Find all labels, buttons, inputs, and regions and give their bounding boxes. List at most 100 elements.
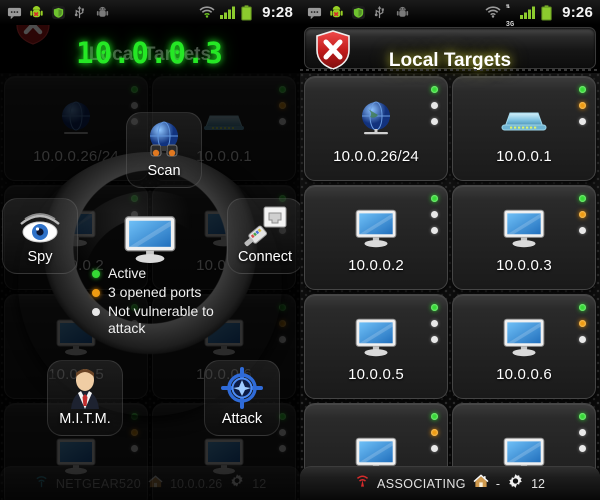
table-row[interactable]: 10.0.0.6 — [452, 294, 596, 399]
monitor-icon — [120, 212, 180, 271]
left-bottom-status-bar: NETGEAR520 10.0.0.26 12 — [0, 464, 300, 500]
led-white — [431, 118, 438, 125]
sms-icon — [307, 5, 322, 20]
legend-label: 3 opened ports — [108, 284, 202, 300]
right-panel-target-list-view: 10.0.0.26/24 10.0.0.1 10.0.0.2 10.0.0.3 … — [300, 0, 600, 500]
app-screen: 10.0.0.26/24 10.0.0.1 — [0, 0, 600, 500]
table-row[interactable]: 10.0.0.1 — [452, 76, 596, 181]
device-count-label: 12 — [531, 476, 545, 491]
legend-label: Not vulnerable to attack — [108, 303, 214, 336]
list-item: 3 opened ports — [92, 284, 234, 301]
status-badge — [431, 195, 438, 234]
table-row[interactable]: 10.0.0.2 — [304, 185, 448, 290]
table-cell-label: 10.0.0.5 — [348, 365, 404, 383]
led-orange — [579, 320, 586, 327]
wifi-icon — [485, 5, 501, 20]
android-status-bar: 9:28 — [0, 0, 300, 25]
led-green — [431, 86, 438, 93]
sms-icon — [7, 5, 22, 20]
led-green — [579, 195, 586, 202]
monitor-icon — [500, 311, 548, 363]
radial-menu-item-connect[interactable]: Connect — [227, 198, 300, 274]
led-orange — [92, 289, 100, 297]
gear-icon[interactable] — [507, 473, 524, 495]
table-cell-label: 10.0.0.2 — [348, 256, 404, 274]
target-list-grid: 10.0.0.26/24 10.0.0.1 10.0.0.2 10.0.0.3 … — [300, 73, 600, 500]
gateway-label: 10.0.0.26 — [170, 476, 223, 491]
3g-icon: ⇅ 3G — [505, 2, 515, 29]
status-badge — [579, 413, 586, 452]
table-row[interactable]: 10.0.0.5 — [304, 294, 448, 399]
list-item: Active — [92, 265, 234, 282]
table-row[interactable]: 10.0.0.26/24 — [304, 76, 448, 181]
table-cell-label: 10.0.0.3 — [496, 256, 552, 274]
android-bug-icon — [329, 5, 344, 20]
radial-menu-label: M.I.T.M. — [59, 411, 111, 427]
legend-label: Active — [108, 265, 147, 281]
led-green — [92, 270, 100, 278]
radial-menu-item-attack[interactable]: Attack — [204, 360, 280, 436]
device-count-label: 12 — [252, 476, 267, 491]
led-green — [431, 195, 438, 202]
android-status-bar: ⇅ 3G 9:26 — [300, 0, 600, 28]
globe-binoculars-icon — [142, 118, 186, 162]
table-cell-label: 10.0.0.26/24 — [333, 147, 419, 165]
led-green — [431, 413, 438, 420]
table-cell-label: 10.0.0.1 — [496, 147, 552, 165]
radial-menu-label: Spy — [27, 249, 53, 265]
radial-menu-label: Connect — [237, 249, 292, 265]
android-debug-icon — [95, 5, 110, 20]
battery-icon — [241, 5, 256, 21]
clock-label: 9:26 — [562, 4, 593, 21]
eye-icon — [15, 204, 65, 248]
status-badge — [579, 195, 586, 234]
radial-menu-label: Attack — [221, 411, 263, 427]
shield-green-icon — [51, 5, 66, 20]
table-cell-label: 10.0.0.6 — [496, 365, 552, 383]
status-legend: Active 3 opened ports Not vulnerable to … — [92, 265, 234, 339]
led-green — [579, 304, 586, 311]
radial-menu-item-scan[interactable]: Scan — [126, 112, 202, 188]
wifi-red-icon[interactable] — [355, 473, 370, 494]
battery-icon — [541, 5, 556, 21]
led-white — [431, 336, 438, 343]
led-orange — [579, 102, 586, 109]
led-white — [431, 227, 438, 234]
status-badge — [431, 86, 438, 125]
led-white — [579, 429, 586, 436]
clock-label: 9:28 — [262, 4, 293, 21]
led-orange — [579, 211, 586, 218]
monitor-icon — [352, 202, 400, 254]
radial-menu-item-spy[interactable]: Spy — [2, 198, 78, 274]
monitor-icon — [500, 202, 548, 254]
status-badge — [431, 413, 438, 452]
rj45-plug-icon — [242, 204, 288, 248]
usb-icon — [73, 5, 88, 20]
right-bottom-status-bar: ASSOCIATING - 12 — [300, 464, 600, 500]
lcd-ip-display: 10.0.0.3 — [76, 36, 224, 70]
network-name-label: NETGEAR520 — [55, 476, 142, 491]
radial-menu-item-mitm[interactable]: M.I.T.M. — [47, 360, 123, 436]
signal-bars-icon — [520, 5, 536, 20]
android-debug-icon — [395, 5, 410, 20]
led-white — [579, 118, 586, 125]
led-white — [431, 211, 438, 218]
led-white — [579, 336, 586, 343]
list-item: Not vulnerable to attack — [92, 303, 234, 337]
network-type-label: 3G — [505, 20, 515, 29]
led-white — [431, 102, 438, 109]
status-badge — [579, 304, 586, 343]
led-white — [431, 445, 438, 452]
house-icon — [148, 474, 163, 494]
table-row[interactable]: 10.0.0.3 — [452, 185, 596, 290]
signal-bars-icon — [220, 5, 236, 20]
led-white — [92, 308, 100, 316]
gateway-label: - — [495, 476, 501, 491]
wifi-signal-icon — [34, 474, 49, 494]
network-status-label: ASSOCIATING — [377, 476, 466, 491]
router-icon — [500, 93, 548, 145]
led-white — [579, 227, 586, 234]
usb-icon — [373, 5, 388, 20]
radial-menu-label: Scan — [147, 163, 181, 179]
led-green — [579, 413, 586, 420]
